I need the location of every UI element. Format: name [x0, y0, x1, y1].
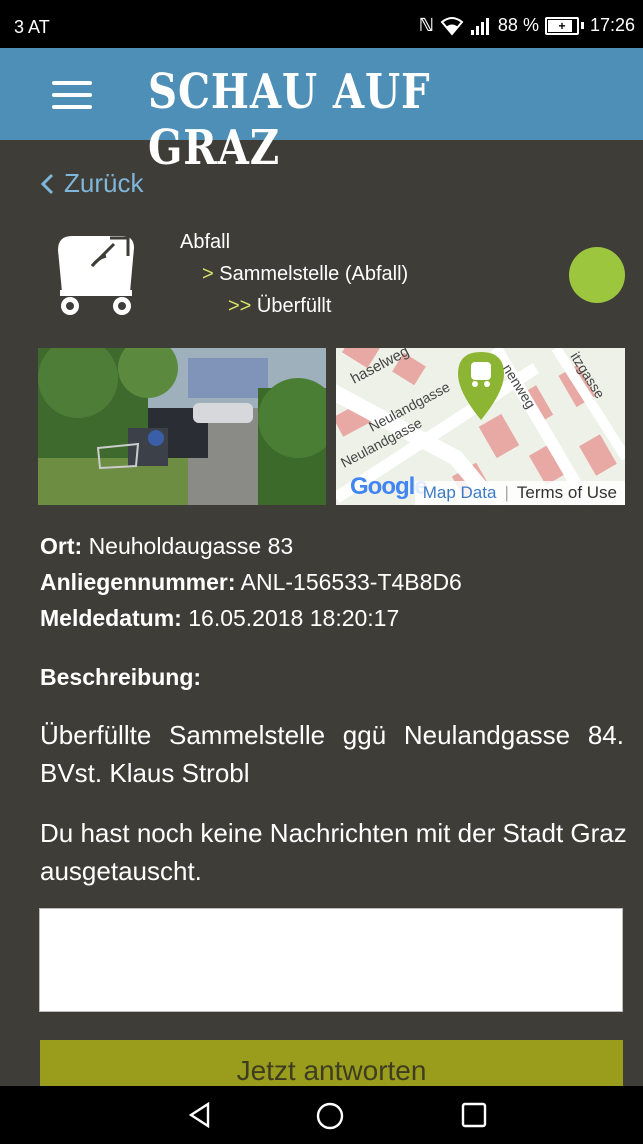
- app-header: SCHAU AUF GRAZ: [0, 48, 643, 176]
- battery-percent: 88 %: [497, 15, 539, 35]
- signal-icon: [470, 17, 492, 35]
- description-title: Beschreibung:: [40, 664, 202, 690]
- category-level1: Abfall: [180, 231, 231, 253]
- reply-button[interactable]: Jetzt antworten: [40, 1040, 623, 1088]
- carrier-label: 3 AT: [14, 17, 50, 37]
- chevron-left-icon: [40, 173, 54, 194]
- location-map[interactable]: haselweg Neulandgasse Neulandgasse nenwe…: [336, 348, 625, 505]
- battery-icon: +: [544, 16, 584, 35]
- recents-square-icon[interactable]: [461, 1102, 487, 1128]
- no-messages-text: Du hast noch keine Nachrichten mit der S…: [40, 818, 627, 886]
- back-label: Zurück: [64, 168, 144, 198]
- status-indicator: [569, 247, 625, 303]
- report-photo[interactable]: [38, 348, 326, 505]
- wifi-icon: [440, 16, 464, 36]
- attribution-separator: |: [504, 483, 509, 502]
- ort-row: Ort: Neuholdaugasse 83: [40, 533, 294, 559]
- waste-container-icon: [58, 236, 134, 315]
- datum-row: Meldedatum: 16.05.2018 18:20:17: [40, 605, 400, 631]
- anliegen-row: Anliegennummer: ANL-156533-T4B8D6: [40, 569, 462, 595]
- category-breadcrumb: Abfall > Sammelstelle (Abfall) >> Überfü…: [180, 226, 408, 322]
- category-level2: > Sammelstelle (Abfall): [202, 263, 409, 285]
- hamburger-menu-icon[interactable]: [52, 81, 96, 109]
- map-attribution: Map Data | Terms of Use: [414, 481, 625, 505]
- report-details: Ort: Neuholdaugasse 83 Anliegennummer: A…: [40, 528, 462, 636]
- clock: 17:26: [589, 15, 635, 35]
- reply-textarea[interactable]: [40, 909, 622, 1011]
- category-level3: >> Überfüllt: [228, 295, 332, 317]
- description-text: Überfüllte Sammelstelle ggü Neulandgasse…: [40, 720, 624, 788]
- app-title: SCHAU AUF GRAZ: [148, 64, 431, 176]
- map-data-link[interactable]: Map Data: [423, 483, 497, 503]
- terms-of-use-link[interactable]: Terms of Use: [517, 483, 617, 503]
- status-icons: ℕ 88 % + 17:26: [419, 15, 635, 36]
- system-nav-bar: [0, 1086, 643, 1144]
- reply-field[interactable]: [39, 908, 623, 1012]
- status-bar: 3 AT ℕ 88 % + 17:26: [0, 0, 643, 48]
- home-circle-icon[interactable]: [316, 1102, 344, 1130]
- back-link[interactable]: Zurück: [40, 168, 143, 199]
- nfc-icon: ℕ: [418, 15, 434, 35]
- back-triangle-icon[interactable]: [188, 1102, 212, 1128]
